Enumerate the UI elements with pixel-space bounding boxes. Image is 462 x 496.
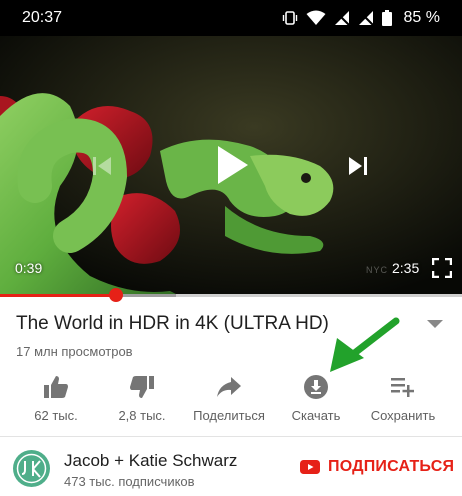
current-time: 0:39: [15, 260, 43, 276]
thumbs-down-icon: [130, 376, 154, 398]
action-row: 62 тыс. 2,8 тыс. Поделиться Скачать Сохр…: [0, 372, 462, 428]
youtube-logo-icon: [300, 460, 320, 474]
vibrate-icon: [282, 11, 297, 25]
share-icon: [217, 377, 241, 397]
dislike-button[interactable]: 2,8 тыс.: [97, 372, 187, 428]
status-bar: 20:37 85 %: [0, 0, 462, 36]
channel-logo-icon: [16, 453, 47, 484]
play-icon[interactable]: [214, 144, 250, 186]
subscribe-button[interactable]: ПОДПИСАТЬСЯ: [300, 458, 454, 476]
avatar[interactable]: [13, 450, 50, 487]
skip-previous-icon[interactable]: [90, 154, 114, 178]
channel-name[interactable]: Jacob + Katie Schwarz: [64, 451, 237, 471]
progress-bar[interactable]: [0, 294, 462, 297]
chevron-down-icon[interactable]: [426, 318, 444, 330]
duration: 2:35: [392, 260, 420, 276]
subscribe-label: ПОДПИСАТЬСЯ: [328, 458, 455, 475]
thumbs-up-icon: [44, 376, 68, 398]
wifi-icon: [306, 10, 326, 25]
progress-played: [0, 294, 116, 297]
dislike-count: 2,8 тыс.: [118, 408, 166, 423]
skip-next-icon[interactable]: [346, 154, 370, 178]
video-title[interactable]: The World in HDR in 4K (ULTRA HD): [16, 313, 329, 335]
share-button[interactable]: Поделиться: [184, 372, 274, 428]
save-label: Сохранить: [370, 408, 436, 423]
download-icon: [304, 375, 328, 399]
status-icons: 85 %: [282, 9, 440, 27]
status-time: 20:37: [22, 9, 63, 26]
like-count: 62 тыс.: [34, 408, 78, 423]
download-button[interactable]: Скачать: [271, 372, 361, 428]
share-label: Поделиться: [193, 408, 265, 423]
battery-icon: [381, 10, 392, 26]
divider: [0, 436, 462, 437]
video-watermark: NYC: [366, 265, 389, 275]
view-count: 17 млн просмотров: [16, 344, 133, 359]
save-button[interactable]: Сохранить: [358, 372, 448, 428]
playlist-add-icon: [391, 378, 414, 397]
battery-percent: 85 %: [403, 9, 440, 26]
like-button[interactable]: 62 тыс.: [11, 372, 101, 428]
no-signal-icon: [334, 11, 350, 26]
progress-scrubber[interactable]: [108, 288, 123, 302]
download-label: Скачать: [291, 408, 341, 423]
subscriber-count: 473 тыс. подписчиков: [64, 474, 195, 489]
video-player[interactable]: 0:39 NYC 2:35: [0, 36, 462, 296]
no-signal-icon-2: [358, 11, 374, 26]
fullscreen-icon[interactable]: [432, 258, 452, 278]
